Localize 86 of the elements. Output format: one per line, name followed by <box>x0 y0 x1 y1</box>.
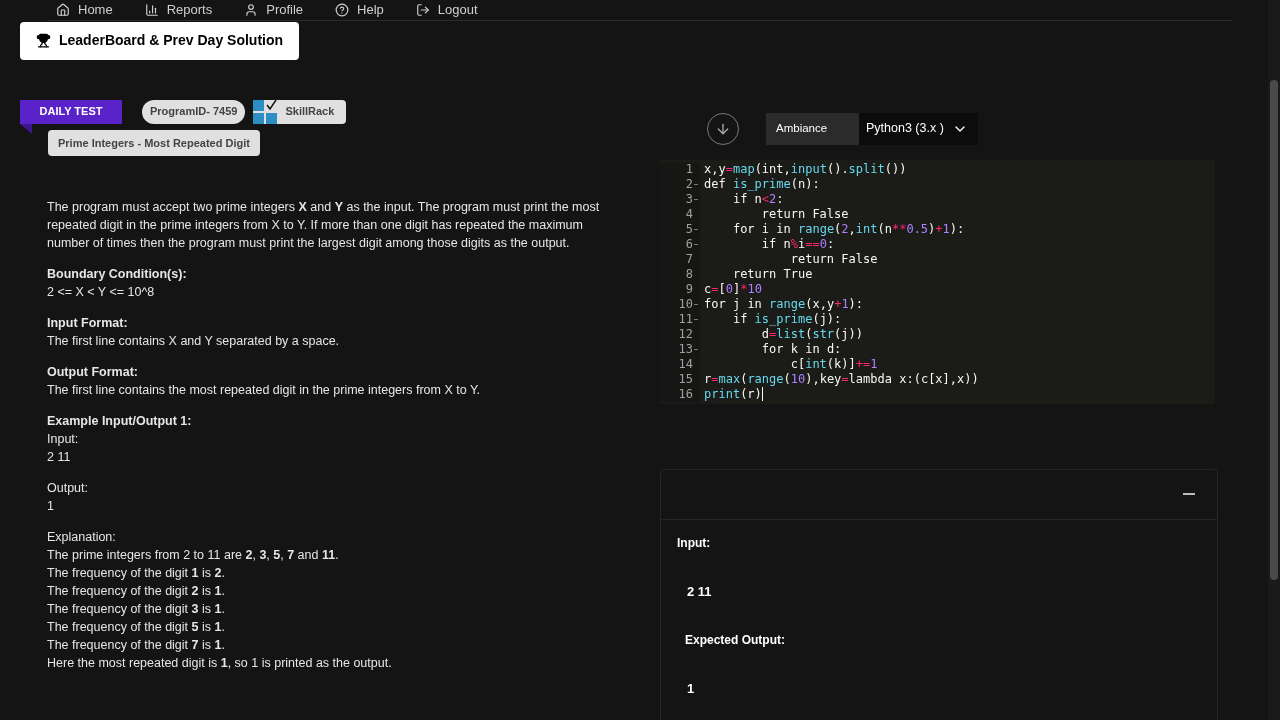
section-heading: Input Format: <box>47 315 129 332</box>
code-line: c=[0]*10 <box>703 281 762 297</box>
code-line: d=list(str(j)) <box>760 326 864 342</box>
nav-link[interactable]: Home <box>56 0 113 20</box>
code-line: def is_prime(n): <box>703 176 820 192</box>
problem-description: The program must accept two prime integers X and Y as the input. The program must print the most repeated digit in the prime integers from X to Y. If more than one digit has repeated the maximum number of times then the program must print the largest digit among those digits as the output. <box>47 199 601 252</box>
code-line: for k in d: <box>760 341 842 357</box>
explanation-line: The frequency of the digit 5 is 1. <box>47 619 226 636</box>
line-number: 15 <box>678 371 693 387</box>
input-label: Input: <box>677 534 712 552</box>
fold-marker-icon[interactable] <box>694 228 698 230</box>
code-line: x,y=map(int,input().split()) <box>703 161 907 177</box>
line-number: 7 <box>685 251 693 267</box>
explanation-line: The frequency of the digit 1 is 2. <box>47 565 226 582</box>
line-number: 5 <box>685 221 693 237</box>
code-line: return False <box>789 251 878 267</box>
fold-marker-icon[interactable] <box>694 198 698 200</box>
example-label: Explanation: <box>47 529 117 546</box>
section-text: 2 <= X < Y <= 10^8 <box>47 284 156 301</box>
line-number: 10 <box>678 296 693 312</box>
line-number: 11 <box>678 311 693 327</box>
explanation-line: The frequency of the digit 2 is 1. <box>47 583 226 600</box>
code-line: r=max(range(10),key=lambda x:(c[x],x)) <box>703 371 979 387</box>
code-line: if n<2: <box>731 191 784 207</box>
nav-link[interactable]: Profile <box>244 0 304 20</box>
problem-title-badge: Prime Integers - Most Repeated Digit <box>48 129 260 156</box>
program-id-badge: ProgramID- 7459 <box>142 99 246 124</box>
line-number: 12 <box>678 326 693 342</box>
code-editor[interactable] <box>660 159 1215 404</box>
example-label: Input: <box>47 431 80 448</box>
line-number: 3 <box>685 191 693 207</box>
code-line: c[int(k)]+=1 <box>789 356 878 372</box>
nav-link[interactable]: Logout <box>415 0 478 20</box>
fold-marker-icon[interactable] <box>694 318 698 320</box>
fold-marker-icon[interactable] <box>694 303 698 305</box>
expected-output-label: Expected Output: <box>685 632 786 649</box>
line-number: 8 <box>685 266 693 282</box>
line-number: 13 <box>678 341 693 357</box>
code-line: if n%i==0: <box>760 236 835 252</box>
explanation-line: Here the most repeated digit is 1, so 1 is printed as the output. <box>47 655 393 672</box>
code-line: return True <box>731 266 813 282</box>
leaderboard-button[interactable]: LeaderBoard & Prev Day Solution <box>20 21 300 60</box>
fold-marker-icon[interactable] <box>694 348 698 350</box>
daily-test-ribbon: DAILY TEST <box>20 99 122 124</box>
explanation-line: The frequency of the digit 3 is 1. <box>47 601 226 618</box>
example-value: 1 <box>47 498 55 515</box>
language-select[interactable]: Python3 (3.x ) <box>859 112 978 145</box>
brand-name: SkillRack <box>285 104 335 120</box>
line-number: 9 <box>685 281 693 297</box>
section-text: The first line contains X and Y separated by a space. <box>47 333 341 350</box>
home-icon <box>56 2 70 17</box>
code-line: return False <box>760 206 849 222</box>
example-value: 2 11 <box>47 449 72 466</box>
code-line: for i in range(2,int(n**0.5)+1): <box>731 221 965 237</box>
chart-icon <box>144 2 159 17</box>
nav-link[interactable]: Help <box>335 0 384 20</box>
logout-icon <box>415 2 430 17</box>
section-text: The first line contains the most repeated digit in the prime integers from X to Y. <box>47 382 482 399</box>
scrollbar[interactable] <box>1268 0 1280 720</box>
fold-marker-icon[interactable] <box>694 183 698 185</box>
code-line: print(r) <box>703 386 763 402</box>
line-number: 4 <box>685 206 693 222</box>
line-number: 14 <box>678 356 693 372</box>
input-value: 2 11 <box>687 582 713 601</box>
theme-button[interactable]: Ambiance <box>766 112 859 145</box>
line-number: 1 <box>685 161 693 177</box>
section-heading: Example Input/Output 1: <box>47 413 193 430</box>
line-number: 2 <box>685 176 693 192</box>
code-line: if is_prime(j): <box>731 311 842 327</box>
example-label: Output: <box>47 480 89 497</box>
code-line: for j in range(x,y+1): <box>703 296 864 312</box>
line-number: 16 <box>678 386 693 402</box>
line-number: 6 <box>685 236 693 252</box>
skillrack-logo-icon <box>253 99 278 124</box>
ribbon-tail-icon <box>20 123 32 134</box>
user-icon <box>244 2 259 17</box>
expected-output-value: 1 <box>687 680 696 698</box>
minus-icon <box>1183 493 1195 495</box>
explanation-line: The frequency of the digit 7 is 1. <box>47 637 226 654</box>
help-icon <box>335 2 350 17</box>
nav-link[interactable]: Reports <box>144 0 213 20</box>
section-heading: Boundary Condition(s): <box>47 266 188 283</box>
fold-marker-icon[interactable] <box>694 243 698 245</box>
explanation-line: The prime integers from 2 to 11 are 2, 3, 5, 7 and 11. <box>47 547 340 564</box>
trophy-icon <box>36 33 51 48</box>
section-heading: Output Format: <box>47 364 139 381</box>
